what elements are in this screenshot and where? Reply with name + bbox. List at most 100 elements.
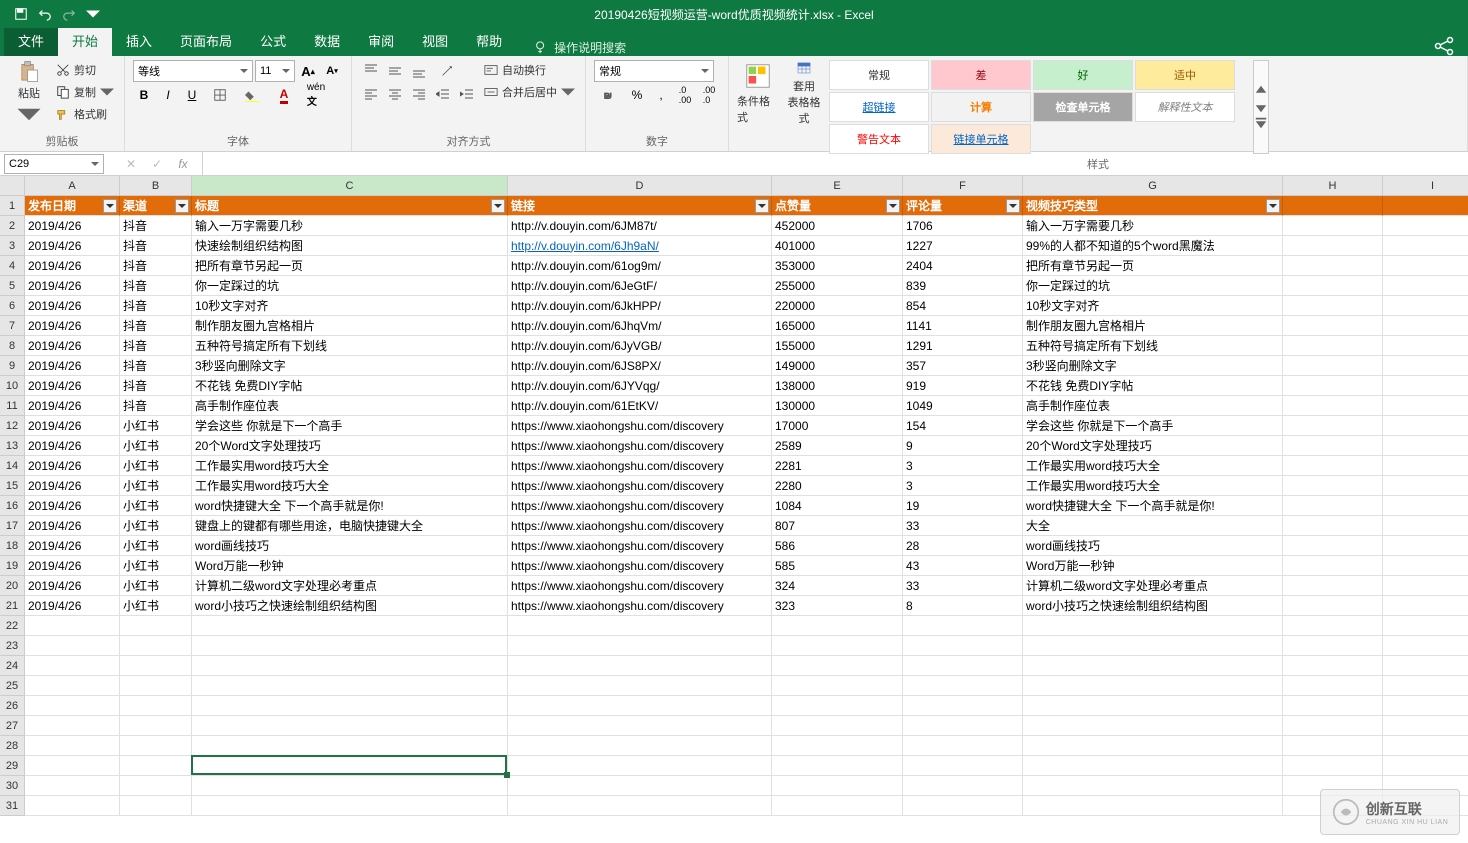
cell[interactable]	[1023, 776, 1283, 796]
cell[interactable]: 43	[903, 556, 1023, 576]
tab-home[interactable]: 开始	[58, 25, 112, 56]
cell[interactable]	[1283, 436, 1383, 456]
cell[interactable]: 2589	[772, 436, 903, 456]
cell[interactable]: http://v.douyin.com/6JkHPP/	[508, 296, 772, 316]
bold-button[interactable]: B	[133, 84, 155, 106]
align-top-button[interactable]	[360, 60, 382, 82]
insert-function-button[interactable]: fx	[172, 153, 194, 175]
row-header[interactable]: 2	[0, 216, 25, 236]
cell[interactable]: 工作最实用word技巧大全	[192, 456, 508, 476]
cell[interactable]: 2019/4/26	[25, 536, 120, 556]
cell[interactable]: 计算机二级word文字处理必考重点	[192, 576, 508, 596]
cell[interactable]	[1383, 716, 1468, 736]
cell[interactable]	[1023, 716, 1283, 736]
style-bad[interactable]: 差	[931, 60, 1031, 90]
filter-dropdown-button[interactable]	[886, 199, 900, 213]
format-painter-button[interactable]: 格式刷	[54, 104, 116, 124]
cell[interactable]: 工作最实用word技巧大全	[1023, 456, 1283, 476]
row-header[interactable]: 8	[0, 336, 25, 356]
row-header[interactable]: 22	[0, 616, 25, 636]
enter-formula-button[interactable]: ✓	[146, 153, 168, 175]
cell[interactable]	[508, 656, 772, 676]
cell[interactable]: 839	[903, 276, 1023, 296]
cell[interactable]: 401000	[772, 236, 903, 256]
cell[interactable]	[1283, 736, 1383, 756]
cell[interactable]	[1383, 356, 1468, 376]
style-neutral[interactable]: 适中	[1135, 60, 1235, 90]
cell[interactable]	[1383, 656, 1468, 676]
column-header[interactable]: H	[1283, 176, 1383, 196]
cell[interactable]: 165000	[772, 316, 903, 336]
cell[interactable]: 2019/4/26	[25, 576, 120, 596]
style-gallery-scroll[interactable]	[1253, 60, 1269, 154]
style-warning[interactable]: 警告文本	[829, 124, 929, 154]
row-header[interactable]: 6	[0, 296, 25, 316]
row-header[interactable]: 10	[0, 376, 25, 396]
cell[interactable]	[1283, 196, 1383, 216]
cell[interactable]: https://www.xiaohongshu.com/discovery	[508, 596, 772, 616]
cell[interactable]: 标题	[192, 196, 508, 216]
cell[interactable]: 抖音	[120, 236, 192, 256]
cell[interactable]: 抖音	[120, 356, 192, 376]
row-header[interactable]: 1	[0, 196, 25, 216]
cell[interactable]: 2019/4/26	[25, 356, 120, 376]
column-header[interactable]: B	[120, 176, 192, 196]
cell[interactable]: 8	[903, 596, 1023, 616]
cell[interactable]	[508, 756, 772, 776]
cell[interactable]	[772, 636, 903, 656]
cell[interactable]: Word万能一秒钟	[192, 556, 508, 576]
cell[interactable]	[1023, 616, 1283, 636]
row-header[interactable]: 14	[0, 456, 25, 476]
cell[interactable]: 2019/4/26	[25, 436, 120, 456]
redo-button[interactable]	[58, 3, 80, 25]
cell[interactable]: 154	[903, 416, 1023, 436]
cell[interactable]	[25, 716, 120, 736]
cell[interactable]	[508, 716, 772, 736]
filter-dropdown-button[interactable]	[755, 199, 769, 213]
tell-me-search[interactable]: 操作说明搜索	[516, 39, 626, 56]
cell[interactable]	[1283, 396, 1383, 416]
cell[interactable]	[903, 656, 1023, 676]
row-header[interactable]: 27	[0, 716, 25, 736]
qat-customize-button[interactable]	[82, 3, 104, 25]
cell[interactable]: 1141	[903, 316, 1023, 336]
row-header[interactable]: 31	[0, 796, 25, 816]
cell[interactable]: 抖音	[120, 256, 192, 276]
merge-center-button[interactable]: 合并后居中	[482, 82, 577, 102]
cell[interactable]: 2019/4/26	[25, 336, 120, 356]
align-right-button[interactable]	[408, 84, 430, 106]
cell[interactable]: https://www.xiaohongshu.com/discovery	[508, 416, 772, 436]
cell[interactable]	[1023, 756, 1283, 776]
cell[interactable]	[120, 616, 192, 636]
cell[interactable]: 你一定踩过的坑	[192, 276, 508, 296]
column-header[interactable]: A	[25, 176, 120, 196]
cell[interactable]	[25, 676, 120, 696]
cell[interactable]: 17000	[772, 416, 903, 436]
cell[interactable]: https://www.xiaohongshu.com/discovery	[508, 576, 772, 596]
cell[interactable]: 小红书	[120, 556, 192, 576]
cell[interactable]: 452000	[772, 216, 903, 236]
cell[interactable]	[1383, 476, 1468, 496]
cell[interactable]	[192, 696, 508, 716]
cell[interactable]: 链接	[508, 196, 772, 216]
cell[interactable]: https://www.xiaohongshu.com/discovery	[508, 556, 772, 576]
cell[interactable]: http://v.douyin.com/6Jh9aN/	[508, 236, 772, 256]
row-header[interactable]: 5	[0, 276, 25, 296]
cell[interactable]	[1383, 536, 1468, 556]
cell[interactable]: 324	[772, 576, 903, 596]
row-header[interactable]: 12	[0, 416, 25, 436]
cell[interactable]: 2280	[772, 476, 903, 496]
cell[interactable]: 小红书	[120, 516, 192, 536]
cell[interactable]: 353000	[772, 256, 903, 276]
cell[interactable]	[120, 716, 192, 736]
cell[interactable]: 小红书	[120, 476, 192, 496]
cell[interactable]: 抖音	[120, 316, 192, 336]
row-header[interactable]: 21	[0, 596, 25, 616]
cell[interactable]: 渠道	[120, 196, 192, 216]
cell[interactable]: 2019/4/26	[25, 476, 120, 496]
cell[interactable]	[903, 716, 1023, 736]
cell[interactable]: 149000	[772, 356, 903, 376]
style-explanatory[interactable]: 解释性文本	[1135, 92, 1235, 122]
cell[interactable]: 2019/4/26	[25, 556, 120, 576]
cell[interactable]: 19	[903, 496, 1023, 516]
